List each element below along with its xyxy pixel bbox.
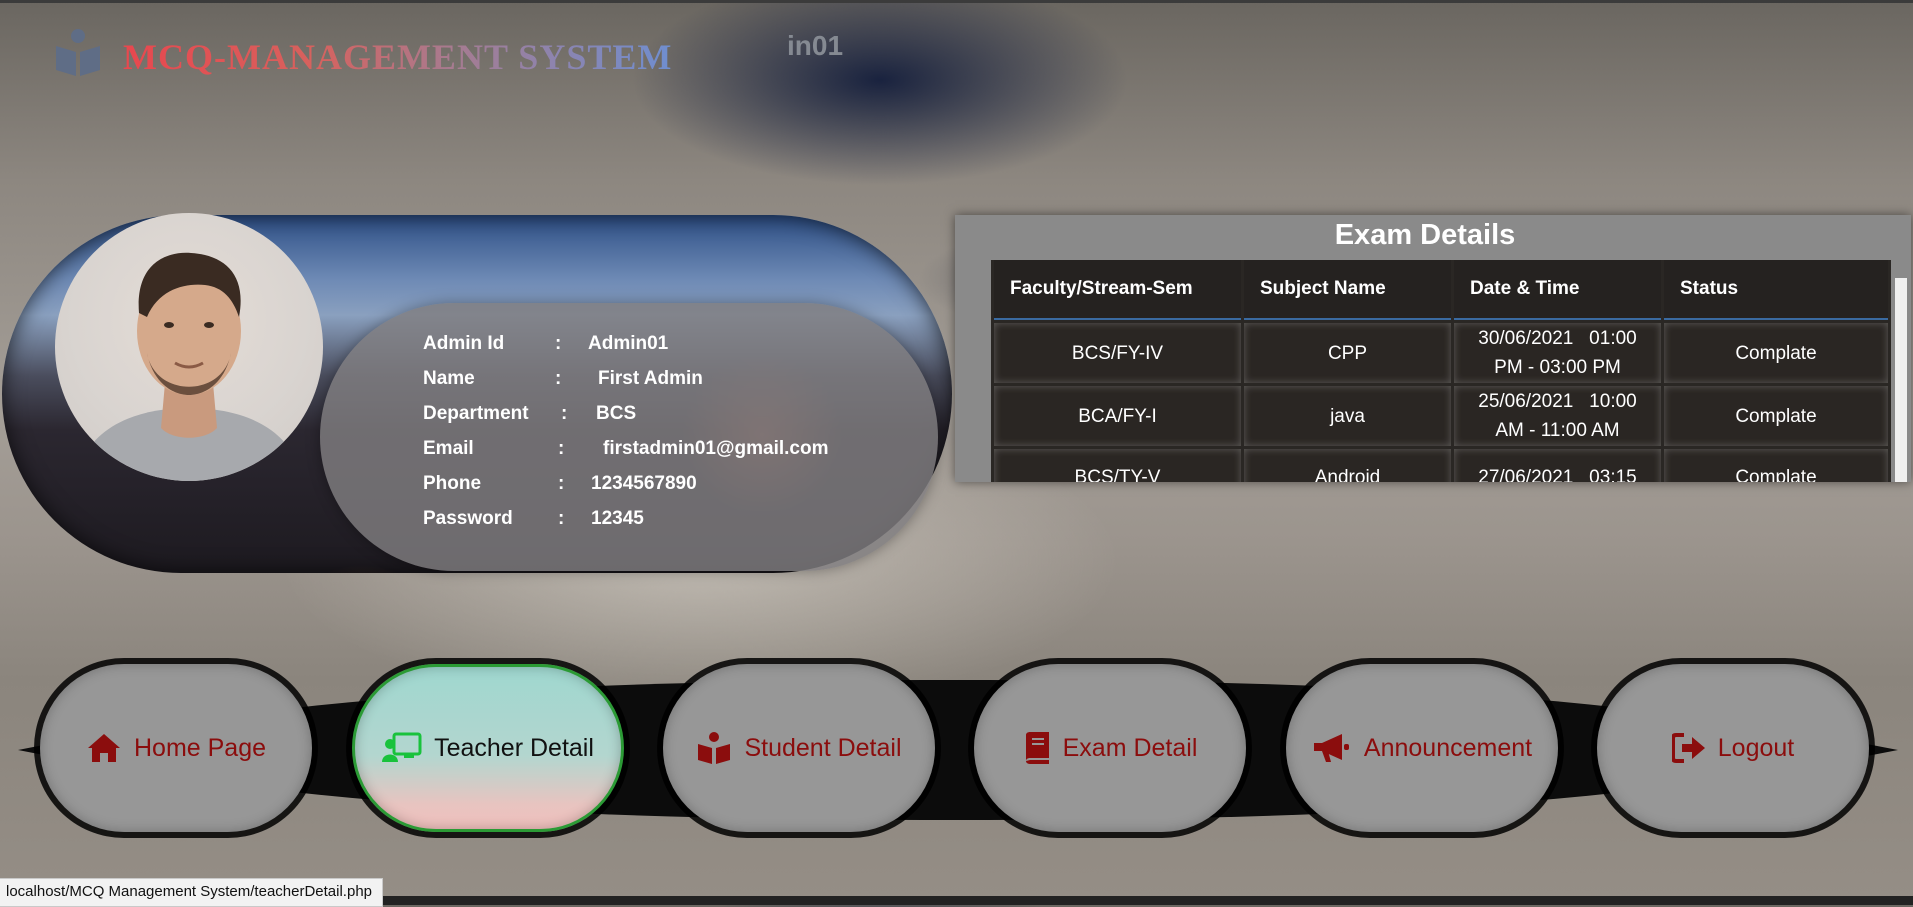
book-icon	[1025, 732, 1049, 764]
home-icon	[87, 734, 120, 762]
column-header: Status	[1664, 260, 1888, 320]
browser-status-url: localhost/MCQ Management System/teacherD…	[0, 878, 384, 907]
chalkboard-teacher-icon	[382, 732, 422, 762]
book-reader-icon	[56, 29, 100, 76]
field-value: 12345	[591, 508, 644, 529]
exam-details-title: Exam Details	[1334, 219, 1516, 251]
cell-status: Complate	[1664, 323, 1888, 383]
person-photo-icon	[75, 252, 303, 481]
field-separator: :	[558, 508, 565, 529]
datetime-line: PM - 03:00 PM	[1494, 357, 1621, 378]
table-header-row: Faculty/Stream-Sem Subject Name Date & T…	[994, 260, 1888, 320]
taskbar-strip	[382, 896, 1913, 905]
field-label: Admin Id	[423, 333, 505, 354]
cell-subject: Android	[1244, 449, 1451, 482]
datetime-line: 30/06/2021 01:00	[1478, 328, 1637, 349]
table-row: BCA/FY-I java 25/06/2021 10:00 AM - 11:0…	[994, 386, 1888, 446]
logo	[52, 28, 104, 80]
cell-stream: BCS/FY-IV	[994, 323, 1241, 383]
nav-student-detail-button[interactable]: Student Detail	[663, 664, 935, 832]
field-separator: :	[561, 403, 568, 424]
exam-table-scroll[interactable]: Faculty/Stream-Sem Subject Name Date & T…	[991, 260, 1891, 482]
field-separator: :	[555, 333, 562, 354]
cell-stream: BCS/TY-V	[994, 449, 1241, 482]
field-value: Admin01	[588, 333, 669, 354]
nav-label: Logout	[1717, 733, 1795, 762]
book-reader-icon	[698, 732, 731, 764]
column-header: Faculty/Stream-Sem	[994, 260, 1241, 320]
column-header: Subject Name	[1244, 260, 1451, 320]
nav-exam-detail-button[interactable]: Exam Detail	[974, 664, 1246, 832]
field-value: firstadmin01@gmail.com	[603, 438, 829, 459]
datetime-line: 27/06/2021 03:15	[1478, 467, 1637, 482]
nav-label: Announcement	[1363, 733, 1533, 762]
nav-label: Teacher Detail	[434, 733, 594, 762]
datetime-line: 25/06/2021 10:00	[1478, 391, 1637, 412]
nav-label: Student Detail	[744, 733, 902, 762]
window-top-border	[0, 0, 1913, 3]
nav-label: Exam Detail	[1062, 733, 1198, 762]
table-row: BCS/TY-V Android 27/06/2021 03:15 Compla…	[994, 449, 1888, 482]
nav-home-button[interactable]: Home Page	[40, 664, 312, 832]
profile-info-panel: Admin Id : Admin01 Name : First Admin De…	[320, 303, 938, 571]
sign-out-icon	[1671, 733, 1705, 763]
field-value: 1234567890	[591, 473, 697, 494]
field-separator: :	[558, 438, 565, 459]
exam-scrollbar[interactable]	[1895, 278, 1907, 482]
field-label: Name	[423, 368, 475, 389]
cell-subject: CPP	[1244, 323, 1451, 383]
admin-avatar	[55, 213, 323, 481]
column-header: Date & Time	[1454, 260, 1661, 320]
exam-table: Faculty/Stream-Sem Subject Name Date & T…	[991, 260, 1891, 482]
field-label: Department	[423, 403, 529, 424]
field-label: Phone	[423, 473, 482, 494]
nav-announcement-button[interactable]: Announcement	[1286, 664, 1558, 832]
table-row: BCS/FY-IV CPP 30/06/2021 01:00 PM - 03:0…	[994, 323, 1888, 383]
cell-datetime: 27/06/2021 03:15	[1454, 449, 1661, 482]
cell-datetime: 25/06/2021 10:00 AM - 11:00 AM	[1454, 386, 1661, 446]
field-label: Password	[423, 508, 513, 529]
cell-status: Complate	[1664, 386, 1888, 446]
username-label: in01	[787, 30, 844, 61]
field-value: First Admin	[598, 368, 703, 389]
cell-subject: java	[1244, 386, 1451, 446]
datetime-line: AM - 11:00 AM	[1495, 420, 1620, 441]
field-value: BCS	[596, 403, 637, 424]
cell-status: Complate	[1664, 449, 1888, 482]
cell-stream: BCA/FY-I	[994, 386, 1241, 446]
field-separator: :	[555, 368, 562, 389]
nav-label: Home Page	[133, 733, 267, 762]
bullhorn-icon	[1313, 734, 1349, 762]
nav-teacher-detail-button[interactable]: Teacher Detail	[352, 664, 624, 832]
cell-datetime: 30/06/2021 01:00 PM - 03:00 PM	[1454, 323, 1661, 383]
field-label: Email	[423, 438, 474, 459]
exam-details-panel: Exam Details Faculty/Stream-Sem Subject …	[955, 215, 1911, 482]
field-separator: :	[558, 473, 565, 494]
app-title: MCQ-MANAGEMENT SYSTEM	[123, 37, 673, 77]
nav-logout-button[interactable]: Logout	[1597, 664, 1869, 832]
